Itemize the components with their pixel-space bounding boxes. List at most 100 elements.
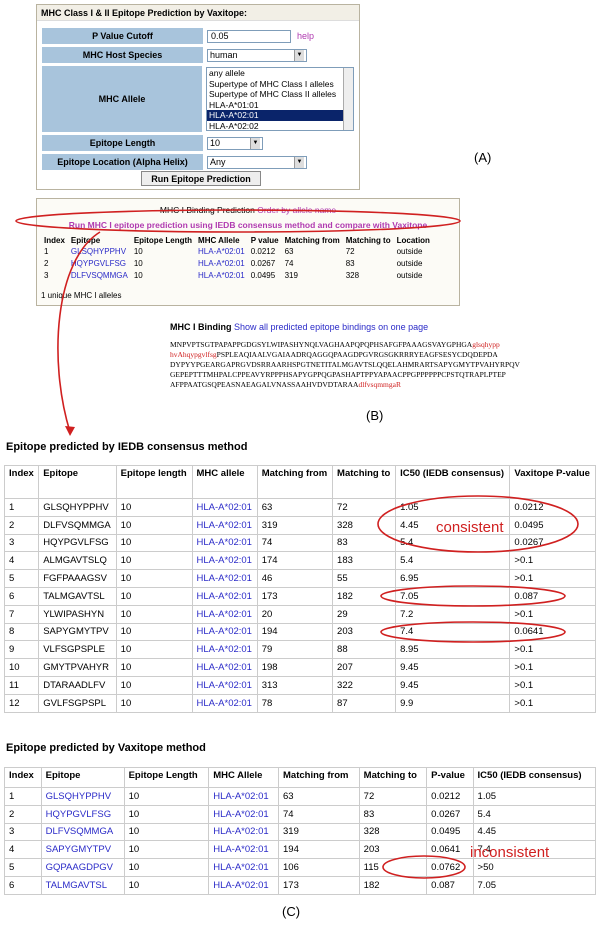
column-header: Matching to: [332, 465, 397, 499]
p-value-input[interactable]: 0.05: [207, 29, 291, 43]
table-cell: 72: [332, 498, 397, 517]
table-link-cell[interactable]: DLFVSQMMGA: [40, 822, 125, 842]
table-link-cell[interactable]: HLA-A*02:01: [191, 498, 258, 517]
table-row: 4 ALMGAVTSLQ 10 HLA-A*02:01 174 183 5.4 >0.1: [3, 551, 596, 571]
table-link-cell[interactable]: TALMGAVTSL: [40, 875, 125, 895]
table-link-cell[interactable]: HLA-A*02:01: [208, 822, 280, 842]
allele-option[interactable]: HLA-A*02:02: [207, 121, 353, 131]
column-header: Index: [4, 767, 42, 788]
show-all-bindings-link[interactable]: Show all predicted epitope bindings on o…: [234, 322, 428, 332]
allele-option[interactable]: Supertype of MHC Class II alleles: [207, 89, 353, 100]
table-cell: GMYTPVAHYR: [38, 658, 117, 677]
run-epitope-prediction-button[interactable]: Run Epitope Prediction: [141, 171, 261, 186]
allele-option[interactable]: HLA-A*02:01: [207, 110, 353, 121]
run-iedb-link[interactable]: Run MHC I epitope prediction using IEDB …: [37, 220, 459, 230]
table-link-cell[interactable]: HLA-A*02:01: [195, 258, 248, 270]
species-value: human: [210, 50, 238, 60]
table-cell: 8: [3, 622, 40, 642]
table-link-cell[interactable]: HLA-A*02:01: [191, 604, 258, 624]
vaxitope-section-title: Epitope predicted by Vaxitope method: [6, 742, 206, 754]
table-cell: 10: [115, 515, 193, 535]
table-link-cell[interactable]: HLA-A*02:01: [208, 804, 280, 824]
location-value: Any: [210, 157, 226, 167]
listbox-scrollbar[interactable]: [343, 68, 353, 130]
table-link-cell[interactable]: HLA-A*02:01: [191, 693, 258, 713]
location-row: Epitope Location (Alpha Helix) Any ▼: [41, 153, 357, 171]
species-select[interactable]: human ▼: [207, 48, 307, 62]
length-select[interactable]: 10 ▼: [207, 136, 263, 150]
table-link-cell[interactable]: HLA-A*02:01: [191, 675, 258, 695]
table-link-cell[interactable]: GQPAAGDPGV: [40, 858, 125, 877]
table-link-cell[interactable]: HLA-A*02:01: [195, 270, 248, 282]
order-by-allele-link[interactable]: Order by allele name: [257, 205, 336, 215]
location-label: Epitope Location (Alpha Helix): [41, 153, 204, 171]
table-cell: 0.0495: [509, 515, 596, 535]
table-row: 2 DLFVSQMMGA 10 HLA-A*02:01 319 328 4.45 0.0495: [3, 515, 596, 535]
table-link-cell[interactable]: HLA-A*02:01: [208, 858, 280, 877]
table-link-cell[interactable]: HLA-A*02:01: [208, 787, 280, 806]
table-cell: 0.0212: [509, 498, 596, 517]
table-link-cell[interactable]: GLSQHYPPHV: [68, 246, 131, 258]
table-cell: DTARAADLFV: [38, 675, 117, 695]
unique-alleles-note: 1 unique MHC I alleles: [41, 291, 122, 300]
table-cell: 5: [4, 858, 42, 877]
table-cell: 55: [332, 569, 397, 588]
table-cell: outside: [396, 271, 423, 280]
chevron-down-icon[interactable]: ▼: [294, 156, 304, 168]
help-link[interactable]: help: [297, 31, 314, 41]
label-a: (A): [474, 150, 492, 165]
table-link-cell[interactable]: HLA-A*02:01: [195, 246, 248, 258]
protein-sequence: MNPVPTSGTPAPAPPGDGSYLWIPASHYNQLVAGHAAPQP…: [170, 340, 520, 390]
sequence-title: MHC I Binding: [170, 322, 232, 332]
sequence-segment: GEPEPTTTMHPALCPPEAVYRPPPHSAPYGPPQGPASHAP…: [170, 370, 506, 379]
allele-listbox[interactable]: any allele Supertype of MHC Class I allel…: [206, 67, 354, 131]
table-link-cell[interactable]: HLA-A*02:01: [208, 875, 280, 895]
table-cell: outside: [396, 259, 423, 268]
table-cell: 5.4: [395, 533, 511, 553]
sequence-segment: AFPPAATGSQPEASNAEAGALVNASSAAHVDVDTARAA: [170, 380, 359, 389]
table-link-cell[interactable]: SAPYGMYTPV: [40, 840, 125, 860]
table-cell: 183: [332, 551, 397, 571]
epitope-highlight: dlfvsqmmga: [358, 380, 396, 389]
column-header: Matching to: [358, 767, 428, 788]
table-link-cell[interactable]: HLA-A*02:01: [191, 586, 258, 606]
table-cell: 10: [133, 247, 143, 256]
column-header: Matching from: [256, 465, 334, 499]
table-link-cell[interactable]: HLA-A*02:01: [191, 640, 258, 660]
table-link-cell[interactable]: HLA-A*02:01: [191, 622, 258, 642]
table-cell: 10: [115, 586, 193, 606]
table-cell: 194: [256, 622, 334, 642]
chevron-down-icon[interactable]: ▼: [250, 137, 260, 149]
table-link-cell[interactable]: HLA-A*02:01: [208, 840, 280, 860]
table-cell: >0.1: [509, 675, 596, 695]
table-link-cell[interactable]: DLFVSQMMGA: [68, 270, 131, 282]
iedb-section-title: Epitope predicted by IEDB consensus meth…: [6, 441, 248, 453]
table-link-cell[interactable]: HLA-A*02:01: [191, 515, 258, 535]
table-cell: >0.1: [509, 693, 596, 713]
table-cell: 0.0267: [250, 259, 276, 268]
table-link-cell[interactable]: HQYPGVLFSG: [40, 804, 125, 824]
table-link-cell[interactable]: HLA-A*02:01: [191, 658, 258, 677]
allele-option[interactable]: Supertype of MHC Class I alleles: [207, 79, 353, 90]
table-cell: 10: [123, 822, 210, 842]
column-header: Epitope: [70, 236, 101, 245]
allele-option[interactable]: HLA-A*01:01: [207, 100, 353, 111]
table-link-cell[interactable]: HLA-A*02:01: [191, 533, 258, 553]
location-select[interactable]: Any ▼: [207, 155, 307, 169]
table-cell: 0.0495: [426, 822, 474, 842]
table-cell: 10: [123, 804, 210, 824]
species-row: MHC Host Species human ▼: [41, 46, 357, 64]
table-link-cell[interactable]: HLA-A*02:01: [191, 551, 258, 571]
table-link-cell[interactable]: HLA-A*02:01: [191, 569, 258, 588]
length-label: Epitope Length: [41, 134, 204, 152]
chevron-down-icon[interactable]: ▼: [294, 49, 304, 61]
allele-option[interactable]: any allele: [207, 68, 353, 79]
table-link-cell[interactable]: HQYPGVLFSG: [68, 258, 131, 270]
table-link-cell[interactable]: GLSQHYPPHV: [40, 787, 125, 806]
table-cell: 10: [123, 875, 210, 895]
mhc-binding-panel: MHC I Binding Prediction Order by allele…: [36, 198, 460, 306]
table-cell: 10: [123, 858, 210, 877]
table-cell: 11: [3, 675, 40, 695]
column-header: Epitope Length: [123, 767, 210, 788]
table-cell: 4.45: [395, 515, 511, 535]
